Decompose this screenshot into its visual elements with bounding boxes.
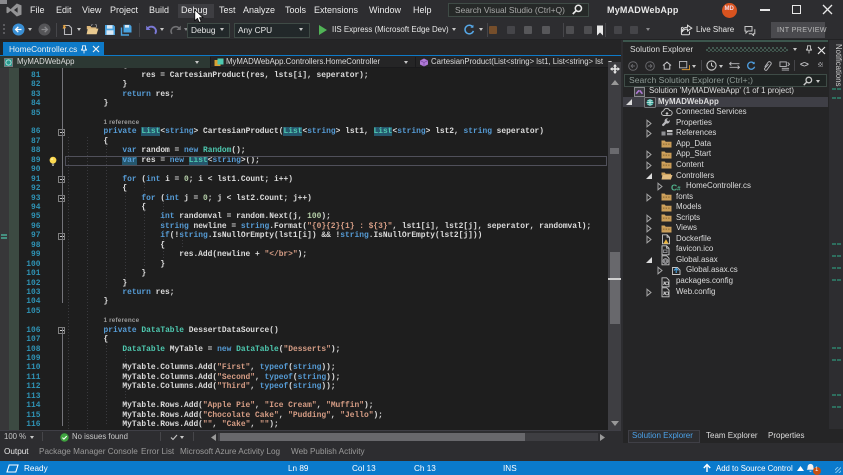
svg-text:#: # xyxy=(677,185,681,192)
